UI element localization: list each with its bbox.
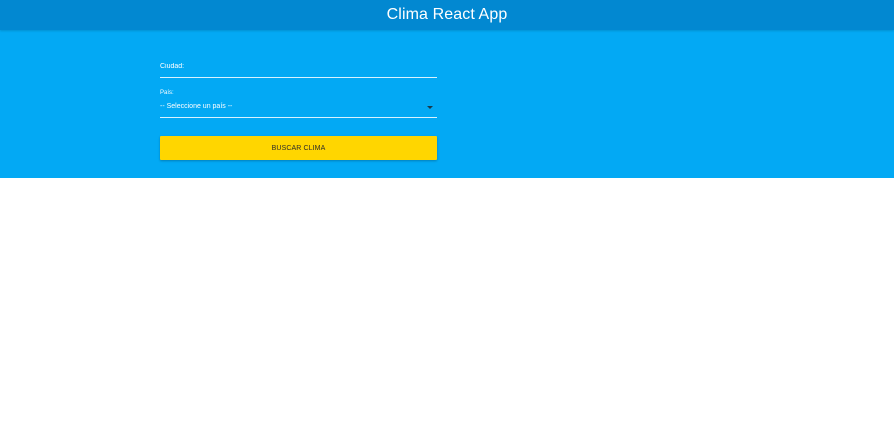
search-weather-button[interactable]: BUSCAR CLIMA [160, 136, 437, 160]
results-area [0, 178, 894, 436]
weather-form: País: -- Seleccione un país -- BUSCAR CL… [0, 30, 894, 178]
city-input[interactable] [160, 56, 437, 78]
country-select-value: -- Seleccione un país -- [160, 103, 233, 110]
city-field [160, 56, 437, 78]
app-header: Clima React App [0, 0, 894, 30]
country-select[interactable]: -- Seleccione un país -- [160, 98, 437, 118]
country-label: País: [160, 90, 174, 96]
country-field: País: -- Seleccione un país -- [160, 87, 437, 118]
caret-down-icon [427, 106, 433, 109]
app-title: Clima React App [386, 6, 508, 23]
